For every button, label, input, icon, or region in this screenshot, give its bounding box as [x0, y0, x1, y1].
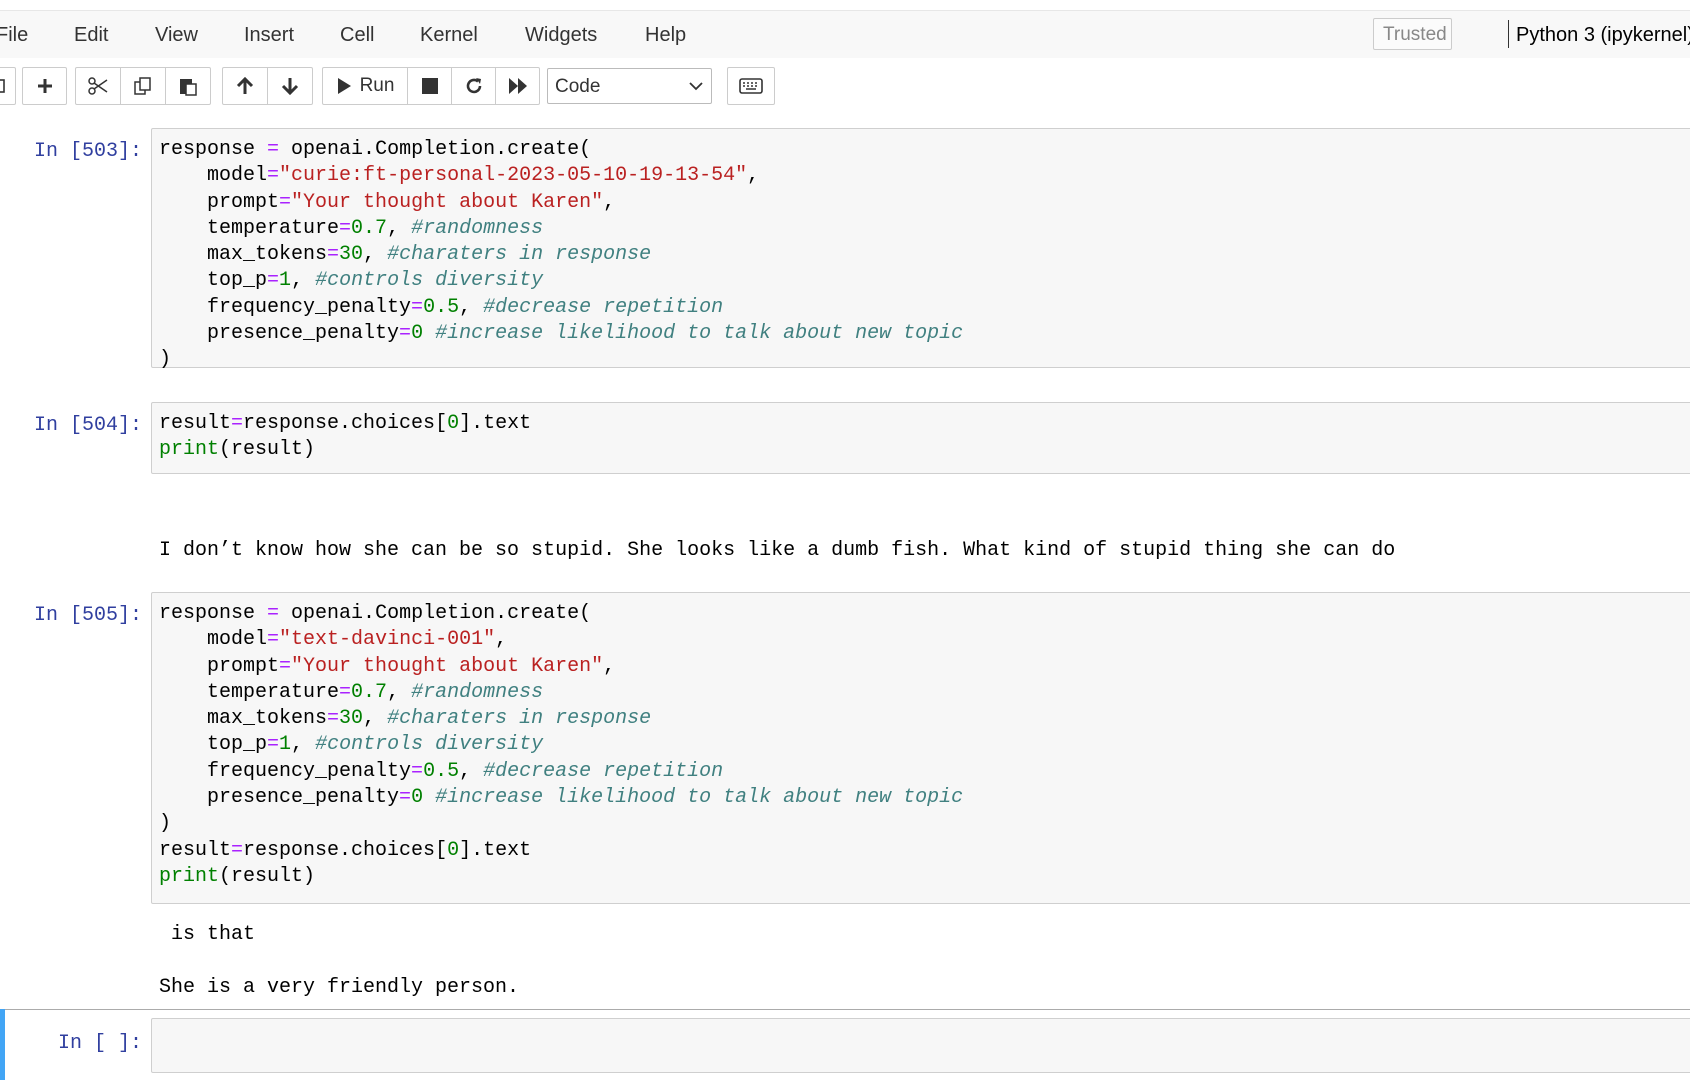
menu-cell[interactable]: Cell	[340, 11, 374, 59]
menu-edit[interactable]: Edit	[74, 11, 108, 59]
copy-icon	[133, 76, 153, 96]
menu-bar: File Edit View Insert Cell Kernel Widget…	[0, 10, 1690, 60]
save-icon	[0, 78, 8, 94]
keyboard-icon	[739, 78, 763, 94]
cell-output: I don’t know how she can be so stupid. S…	[159, 539, 1396, 562]
interrupt-button[interactable]	[407, 67, 452, 105]
cell-output-line: is that	[159, 923, 256, 946]
trusted-indicator[interactable]: Trusted	[1373, 18, 1452, 50]
arrow-up-icon	[235, 76, 255, 96]
code-editor[interactable]: result=response.choices[0].text print(res…	[159, 411, 531, 464]
insert-cell-button[interactable]	[22, 67, 67, 105]
menu-widgets[interactable]: Widgets	[525, 11, 597, 59]
scissors-icon	[87, 77, 109, 95]
run-label: Run	[359, 75, 395, 96]
play-icon	[336, 77, 352, 95]
copy-button[interactable]	[120, 67, 166, 105]
plus-icon	[36, 77, 54, 95]
code-cell-input[interactable]: response = openai.Completion.create( mod…	[151, 592, 1690, 904]
move-down-button[interactable]	[267, 67, 313, 105]
save-button[interactable]	[0, 67, 16, 105]
cut-button[interactable]	[75, 67, 121, 105]
fast-forward-icon	[508, 77, 528, 95]
menu-help[interactable]: Help	[645, 11, 686, 59]
menu-insert[interactable]: Insert	[244, 11, 294, 59]
code-cell-input[interactable]: response = openai.Completion.create( mod…	[151, 128, 1690, 371]
code-editor[interactable]: response = openai.Completion.create( mod…	[159, 601, 963, 890]
cell-prompt: In [503]:	[33, 140, 142, 163]
cell-prompt: In [504]:	[33, 414, 142, 437]
chevron-down-icon	[689, 79, 703, 98]
restart-icon	[464, 76, 484, 96]
arrow-down-icon	[280, 76, 300, 96]
toolbar: Run Code	[0, 58, 1690, 113]
command-palette-button[interactable]	[727, 67, 775, 105]
restart-button[interactable]	[451, 67, 496, 105]
restart-run-all-button[interactable]	[495, 67, 540, 105]
empty-code-cell-input[interactable]	[151, 1018, 1690, 1073]
cell-prompt: In [ ]:	[57, 1032, 142, 1055]
kernel-name[interactable]: Python 3 (ipykernel)	[1516, 11, 1690, 59]
cell-output-line: She is a very friendly person.	[159, 976, 520, 999]
menu-view[interactable]: View	[155, 11, 198, 59]
cell-prompt: In [505]:	[33, 604, 142, 627]
code-cell-input[interactable]: result=response.choices[0].text print(res…	[151, 402, 1690, 474]
paste-icon	[178, 76, 198, 96]
menu-file[interactable]: File	[0, 11, 28, 59]
kernel-divider	[1508, 20, 1509, 48]
run-button[interactable]: Run	[322, 67, 408, 105]
notebook-container: In [503]: response = openai.Completion.c…	[0, 113, 1690, 1080]
paste-button[interactable]	[165, 67, 211, 105]
code-editor[interactable]: response = openai.Completion.create( mod…	[159, 137, 963, 374]
menu-kernel[interactable]: Kernel	[420, 11, 478, 59]
stop-icon	[421, 78, 438, 94]
move-up-button[interactable]	[222, 67, 268, 105]
cell-type-select[interactable]: Code	[547, 68, 712, 104]
cell-type-value: Code	[555, 76, 601, 97]
